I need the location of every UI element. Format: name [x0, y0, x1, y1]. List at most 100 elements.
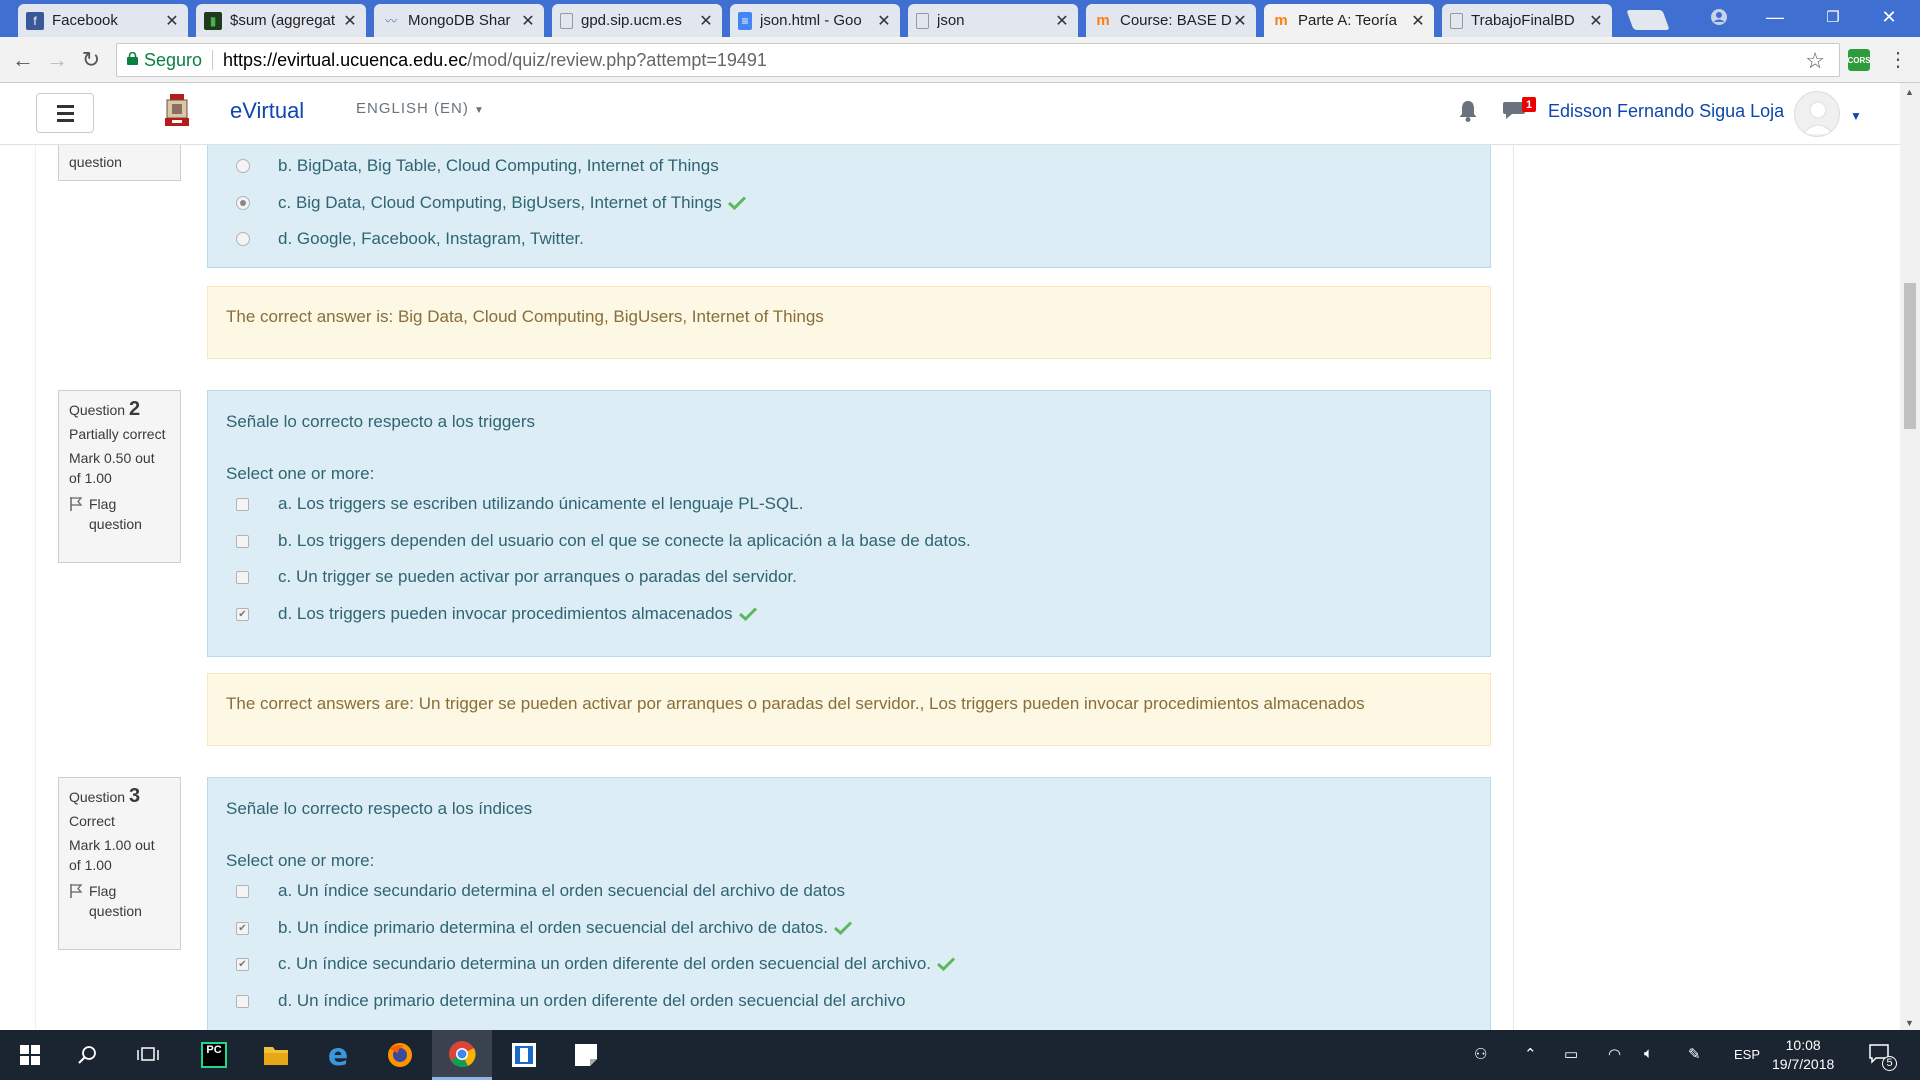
answer-option[interactable]: d. Google, Facebook, Instagram, Twitter. [236, 229, 584, 249]
answer-option[interactable]: c. Big Data, Cloud Computing, BigUsers, … [236, 193, 746, 213]
answer-option[interactable]: a. Un índice secundario determina el ord… [236, 881, 845, 901]
drawer-toggle-button[interactable] [36, 93, 94, 133]
pycharm-glyph: PC [201, 1042, 227, 1068]
question-number: Question 3 [69, 786, 170, 807]
answer-checkbox-checked[interactable]: ✔ [236, 607, 249, 621]
site-brand-link[interactable]: eVirtual [230, 98, 304, 124]
reload-icon[interactable]: ↻ [78, 47, 104, 73]
answer-checkbox[interactable] [236, 570, 249, 584]
firefox-icon[interactable] [370, 1030, 430, 1080]
people-icon[interactable]: ⚇ [1474, 1045, 1487, 1063]
close-tab-icon[interactable]: ✕ [164, 11, 180, 31]
minimize-icon[interactable]: — [1752, 0, 1798, 34]
show-hidden-icons-icon[interactable]: ⌃ [1524, 1045, 1537, 1063]
answer-checkbox[interactable] [236, 534, 249, 548]
answer-text: d. Google, Facebook, Instagram, Twitter. [278, 229, 584, 248]
input-language[interactable]: ESP [1734, 1047, 1760, 1062]
answer-option[interactable]: d. Un índice primario determina un orden… [236, 991, 905, 1011]
new-tab-button[interactable] [1626, 10, 1670, 30]
answer-checkbox-checked[interactable]: ✔ [236, 957, 249, 971]
profile-icon[interactable] [1696, 0, 1742, 34]
browser-tab[interactable]: m Course: BASE D ✕ [1086, 4, 1256, 37]
question-state: Correct [69, 813, 115, 829]
scroll-down-icon[interactable]: ▼ [1905, 1018, 1914, 1028]
file-explorer-icon[interactable] [246, 1030, 306, 1080]
page-scrollbar[interactable]: ▲ ▼ [1900, 83, 1920, 1030]
back-icon[interactable]: ← [10, 47, 36, 73]
university-logo[interactable] [162, 92, 192, 128]
mongodb-icon: 〰 [384, 14, 397, 28]
scrollbar-thumb[interactable] [1904, 283, 1916, 429]
correct-check-icon [937, 957, 956, 971]
wifi-icon[interactable]: ◠ [1608, 1045, 1621, 1063]
browser-tab[interactable]: json ✕ [908, 4, 1078, 37]
browser-tab-active[interactable]: m Parte A: Teoría ✕ [1264, 4, 1434, 37]
answer-checkbox[interactable] [236, 497, 249, 511]
volume-icon[interactable]: 🔈︎ [1644, 1045, 1653, 1062]
user-menu-name[interactable]: Edisson Fernando Sigua Loja [1548, 101, 1784, 122]
close-tab-icon[interactable]: ✕ [1054, 11, 1070, 31]
sticky-notes-icon[interactable] [556, 1030, 616, 1080]
answer-radio[interactable] [236, 159, 250, 173]
browser-menu-icon[interactable]: ⋮ [1888, 47, 1908, 72]
forward-icon[interactable]: → [44, 47, 70, 73]
browser-tab[interactable]: ≡ json.html - Goo ✕ [730, 4, 900, 37]
close-tab-icon[interactable]: ✕ [342, 11, 358, 31]
bookmark-star-icon[interactable]: ☆ [1805, 48, 1825, 74]
edge-browser-icon[interactable]: e [308, 1030, 368, 1080]
answer-checkbox[interactable] [236, 994, 249, 1008]
question-text: Señale lo correcto respecto a los índice… [226, 799, 533, 818]
page-icon [1450, 12, 1463, 29]
flag-question-link[interactable]: Flag question [69, 881, 170, 921]
close-tab-icon[interactable]: ✕ [876, 11, 892, 31]
answer-option[interactable]: ✔ c. Un índice secundario determina un o… [236, 954, 956, 974]
flag-question-link[interactable]: Flag question [69, 494, 170, 534]
answer-prompt: Select one or more: [226, 464, 375, 483]
feedback-text: The correct answers are: Un trigger se p… [226, 694, 1365, 713]
browser-tab[interactable]: ▮ $sum (aggregat ✕ [196, 4, 366, 37]
pycharm-icon[interactable]: PC [184, 1030, 244, 1080]
close-window-icon[interactable]: ✕ [1866, 0, 1912, 34]
scroll-up-icon[interactable]: ▲ [1905, 87, 1914, 97]
answer-checkbox[interactable] [236, 884, 249, 898]
browser-tab[interactable]: TrabajoFinalBD ✕ [1442, 4, 1612, 37]
close-tab-icon[interactable]: ✕ [1588, 11, 1604, 31]
language-menu[interactable]: ENGLISH (EN) ▼ [356, 100, 485, 117]
address-bar[interactable]: Seguro https://evirtual.ucuenca.edu.ec/m… [116, 43, 1840, 77]
hamburger-bar [56, 118, 74, 122]
restore-icon[interactable]: ❐ [1810, 0, 1856, 34]
browser-tab[interactable]: gpd.sip.ucm.es ✕ [552, 4, 722, 37]
answer-option[interactable]: ✔ d. Los triggers pueden invocar procedi… [236, 604, 757, 624]
chrome-icon[interactable] [432, 1030, 492, 1080]
notifications-bell-icon[interactable] [1458, 99, 1482, 125]
answer-radio-selected[interactable] [236, 196, 250, 210]
browser-tab[interactable]: f Facebook ✕ [18, 4, 188, 37]
browser-tab[interactable]: 〰 MongoDB Shar ✕ [374, 4, 544, 37]
question-info-panel: Question 3 Correct Mark 1.00 out of 1.00… [58, 777, 181, 950]
search-icon[interactable] [58, 1030, 118, 1080]
correct-check-icon [738, 607, 757, 621]
pen-workspace-icon[interactable]: ✎ [1688, 1045, 1701, 1063]
tab-label: TrabajoFinalBD [1471, 12, 1575, 29]
answer-option[interactable]: b. Los triggers dependen del usuario con… [236, 531, 971, 551]
flag-question-link[interactable]: question [69, 152, 170, 172]
app-window-icon[interactable] [494, 1030, 554, 1080]
answer-radio[interactable] [236, 232, 250, 246]
user-avatar[interactable] [1794, 91, 1840, 137]
close-tab-icon[interactable]: ✕ [520, 11, 536, 31]
close-tab-icon[interactable]: ✕ [698, 11, 714, 31]
answer-option[interactable]: ✔ b. Un índice primario determina el ord… [236, 918, 852, 938]
close-tab-icon[interactable]: ✕ [1232, 11, 1248, 31]
windows-start-icon[interactable] [0, 1030, 60, 1080]
answer-option[interactable]: c. Un trigger se pueden activar por arra… [236, 567, 797, 587]
user-menu-caret-icon[interactable]: ▼ [1850, 109, 1862, 123]
cors-extension-icon[interactable]: CORS [1847, 49, 1871, 71]
taskbar-clock[interactable]: 10:08 19/7/2018 [1772, 1036, 1834, 1074]
close-tab-icon[interactable]: ✕ [1410, 11, 1426, 31]
answer-prompt: Select one or more: [226, 851, 375, 870]
task-view-icon[interactable] [118, 1030, 178, 1080]
answer-checkbox-checked[interactable]: ✔ [236, 921, 249, 935]
answer-option[interactable]: b. BigData, Big Table, Cloud Computing, … [236, 156, 719, 176]
answer-option[interactable]: a. Los triggers se escriben utilizando ú… [236, 494, 803, 514]
battery-icon[interactable]: ▭ [1564, 1045, 1578, 1063]
